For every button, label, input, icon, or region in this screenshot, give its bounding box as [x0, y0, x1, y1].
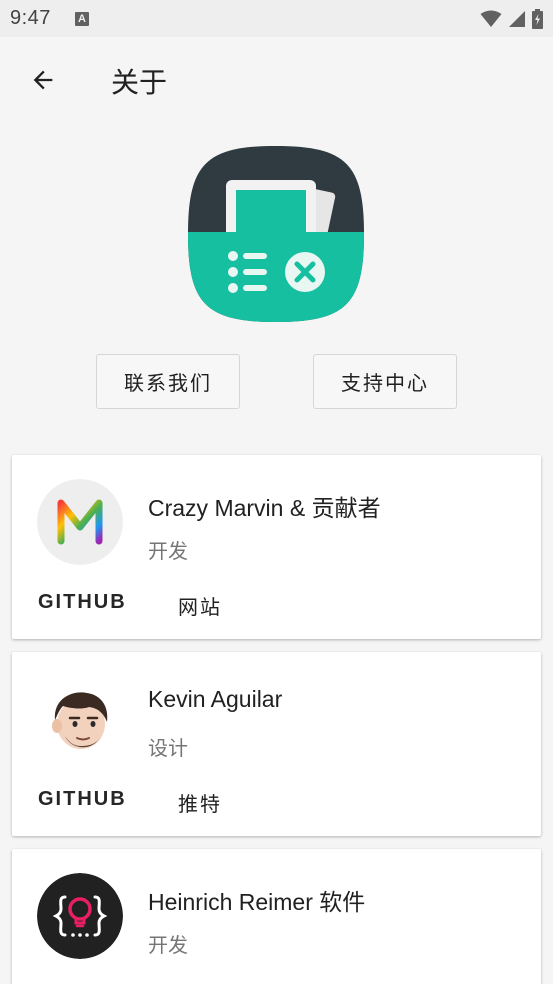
- notification-icon: A: [74, 11, 89, 26]
- arrow-back-icon: [33, 70, 53, 90]
- page-title: 关于: [111, 67, 168, 98]
- lightbulb-code-icon: [37, 873, 123, 959]
- twitter-link[interactable]: 推特: [178, 788, 222, 817]
- avatar: [37, 676, 123, 762]
- contributor-role: 开发: [148, 935, 188, 957]
- support-center-button[interactable]: 支持中心: [313, 354, 457, 409]
- github-link[interactable]: GITHUB: [38, 788, 127, 811]
- contributor-card: Kevin Aguilar 设计 GITHUB 推特: [12, 652, 541, 836]
- battery-icon: [532, 8, 543, 29]
- m-logo-icon: [37, 479, 123, 565]
- signal-icon: [509, 10, 525, 27]
- app-logo-icon: [188, 146, 364, 322]
- status-icons: [480, 8, 543, 29]
- contributor-name: Crazy Marvin & 贡献者: [148, 495, 381, 521]
- status-bar: 9:47 A: [0, 0, 553, 37]
- app-logo: [188, 146, 364, 322]
- toolbar: 关于: [0, 37, 553, 125]
- contributor-name: Heinrich Reimer 软件: [148, 889, 366, 915]
- contributor-card: Heinrich Reimer 软件 开发: [12, 849, 541, 984]
- cartoon-face-icon: [37, 676, 123, 762]
- contributor-role: 设计: [148, 738, 188, 760]
- back-button[interactable]: [18, 55, 68, 105]
- status-time: 9:47: [10, 7, 51, 29]
- contributor-name: Kevin Aguilar: [148, 686, 283, 712]
- contact-us-button[interactable]: 联系我们: [96, 354, 240, 409]
- avatar: [37, 479, 123, 565]
- avatar: [37, 873, 123, 959]
- wifi-icon: [480, 10, 502, 27]
- contributor-role: 开发: [148, 541, 188, 563]
- contributor-card: Crazy Marvin & 贡献者 开发 GITHUB 网站: [12, 455, 541, 639]
- website-link[interactable]: 网站: [178, 591, 222, 620]
- github-link[interactable]: GITHUB: [38, 591, 127, 614]
